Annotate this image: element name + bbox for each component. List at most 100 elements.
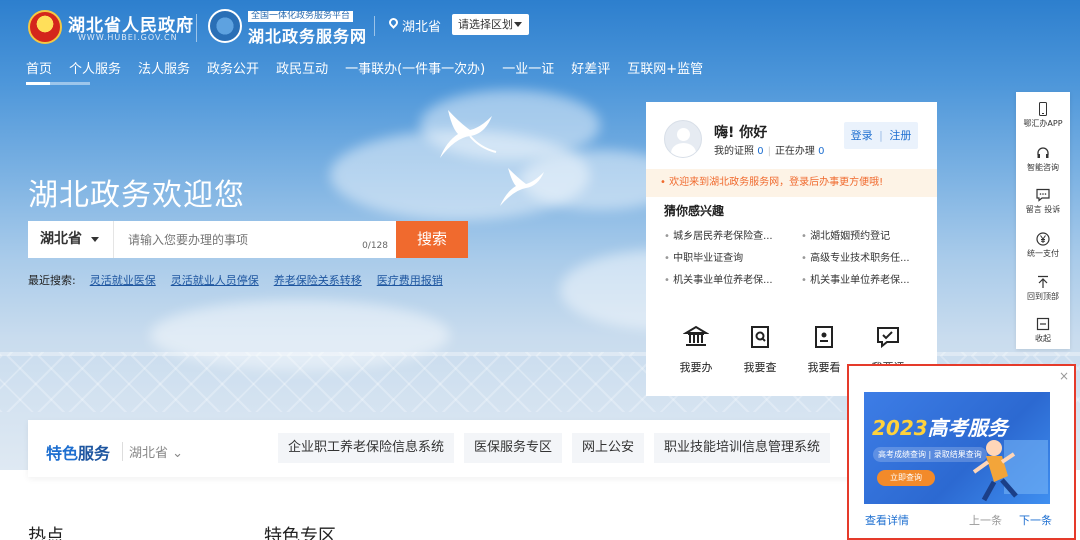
side-item-back-to-top[interactable]: 回到顶部 [1016,275,1070,302]
gaokao-banner[interactable]: 2023高考服务 高考成绩查询 | 录取结果查询 立即查询 [864,392,1050,504]
user-panel: 嗨! 你好 我的证照 0 | 正在办理 0 登录 | 注册 • 欢迎来到湖北政务服务… [646,102,937,396]
popup-next-button[interactable]: 下一条 [1019,512,1052,528]
greeting: 嗨! 你好 [714,125,768,141]
search-char-count: 0/128 [362,241,388,251]
login-link[interactable]: 登录 [851,129,873,142]
quick-action-handle[interactable]: 我要办 [664,324,728,375]
nav-item-personal[interactable]: 个人服务 [69,62,121,84]
caret-down-icon [514,22,522,27]
gov-site-url: WWW.HUBEI.GOV.CN [78,33,178,42]
recent-search-link[interactable]: 养老保险关系转移 [274,272,362,288]
interest-link[interactable]: 中职毕业证查询 [664,249,801,264]
quick-action-label: 我要看 [807,361,841,374]
location-pin-icon [387,16,400,29]
mobile-phone-icon [1039,102,1047,116]
feature-tab[interactable]: 网上公安 [572,433,645,463]
portal-tagline: 全国一体化政务服务平台 [248,11,354,22]
license-count[interactable]: 0 [757,146,763,157]
interest-link[interactable]: 高级专业技术职务任... [801,249,921,264]
interest-link[interactable]: 城乡居民养老保险查... [664,227,801,242]
side-item-label: 回到顶部 [1027,292,1059,301]
feature-title-part: 特色 [46,444,79,463]
nav-item-interaction[interactable]: 政民互动 [276,62,328,84]
close-icon[interactable]: × [1059,369,1069,383]
divider [196,14,197,42]
banner-year: 2023 [872,416,928,440]
nav-item-home[interactable]: 首页 [26,62,52,84]
recent-searches-label: 最近搜索: [28,274,76,287]
register-link[interactable]: 注册 [889,129,911,142]
top-bar: 湖北省人民政府 WWW.HUBEI.GOV.CN 全国一体化政务服务平台 湖北政… [0,0,1080,56]
license-label[interactable]: 我的证照 [714,146,754,157]
search-region-select[interactable]: 湖北省 [28,221,114,258]
side-item-label: 收起 [1035,334,1051,343]
runner-illustration [972,440,1048,502]
interest-list: 城乡居民养老保险查... 湖北婚姻预约登记 中职毕业证查询 高级专业技术职务任.… [664,227,922,286]
search-box: 湖北省 0/128 [28,221,396,258]
government-building-icon [683,325,709,346]
side-toolbar: 鄂汇办APP 智能咨询 留言 投诉 统一支付 回到顶部 收起 [1016,92,1070,349]
region-select-button[interactable]: 请选择区划 [452,14,529,35]
interest-heading: 猜你感兴趣 [664,204,725,218]
feature-region-select[interactable]: 湖北省 ⌄ [122,442,183,461]
interest-link[interactable]: 机关事业单位养老保... [801,271,921,286]
nav-item-legal-person[interactable]: 法人服务 [138,62,190,84]
login-notice-text: 欢迎来到湖北政务服务网，登录后办事更方便哦! [669,177,884,188]
main-nav: 首页 个人服务 法人服务 政务公开 政民互动 一事联办(一件事一次办) 一业一证… [26,62,720,84]
side-item-app[interactable]: 鄂汇办APP [1016,102,1070,129]
recent-search-link[interactable]: 灵活就业医保 [90,272,156,288]
quick-action-label: 我要查 [743,361,777,374]
document-view-icon [815,326,833,348]
chevron-down-icon: ⌄ [172,446,184,461]
nav-item-open-gov[interactable]: 政务公开 [207,62,259,84]
gaokao-popup: × 2023高考服务 高考成绩查询 | 录取结果查询 立即查询 查看详情 上一条… [847,364,1076,540]
side-item-label: 鄂汇办APP [1023,119,1063,128]
feature-tab[interactable]: 职业技能培训信息管理系统 [654,433,831,463]
quick-action-query[interactable]: 我要查 [728,324,792,375]
nav-item-rating[interactable]: 好差评 [571,62,610,84]
side-item-complaint[interactable]: 留言 投诉 [1016,188,1070,215]
user-stats: 我的证照 0 | 正在办理 0 [714,146,825,157]
feature-services-title: 特色服务 [46,440,110,464]
nav-item-one-thing[interactable]: 一事联办(一件事一次办) [345,62,485,84]
current-location: 湖北省 [402,20,442,35]
portal-name[interactable]: 湖北政务服务网 [248,23,367,47]
nav-item-one-license[interactable]: 一业一证 [502,62,554,84]
processing-count[interactable]: 0 [818,146,824,157]
side-item-collapse[interactable]: 收起 [1016,317,1070,344]
headset-icon [1037,147,1049,158]
side-item-payment[interactable]: 统一支付 [1016,232,1070,259]
comment-check-icon [877,327,899,349]
divider [374,16,375,36]
search-input[interactable] [128,231,358,249]
search-button[interactable]: 搜索 [396,221,468,258]
feature-tab[interactable]: 企业职工养老保险信息系统 [278,433,455,463]
document-search-icon [751,326,769,348]
interest-link[interactable]: 湖北婚姻预约登记 [801,227,921,242]
nav-hover-indicator [50,82,90,85]
recent-search-link[interactable]: 医疗费用报销 [377,272,443,288]
side-item-consult[interactable]: 智能咨询 [1016,146,1070,173]
recent-search-link[interactable]: 灵活就业人员停保 [171,272,259,288]
side-item-label: 留言 投诉 [1025,205,1061,214]
avatar[interactable] [664,120,702,158]
crane-illustration [440,110,497,158]
feature-tabs: 企业职工养老保险信息系统 医保服务专区 网上公安 职业技能培训信息管理系统 [278,433,840,463]
popup-prev-button[interactable]: 上一条 [969,512,1002,528]
search-region-label: 湖北省 [40,231,82,247]
message-icon [1036,188,1050,202]
portal-logo-icon [208,9,242,43]
section-heading-special: 特色专区 [264,526,336,540]
feature-tab[interactable]: 医保服务专区 [464,433,563,463]
feature-title-part: 服务 [78,444,111,463]
login-register-box: 登录 | 注册 [844,122,918,149]
national-emblem-icon [28,10,62,44]
side-item-label: 统一支付 [1027,249,1059,258]
banner-query-button[interactable]: 立即查询 [877,470,935,486]
feature-services-strip: 特色服务 湖北省 ⌄ 企业职工养老保险信息系统 医保服务专区 网上公安 职业技能… [28,420,858,477]
interest-link[interactable]: 机关事业单位养老保... [664,271,801,286]
caret-down-icon [91,237,99,242]
processing-label[interactable]: 正在办理 [775,146,815,157]
nav-item-supervision[interactable]: 互联网+监管 [627,62,703,84]
popup-detail-link[interactable]: 查看详情 [865,512,909,528]
